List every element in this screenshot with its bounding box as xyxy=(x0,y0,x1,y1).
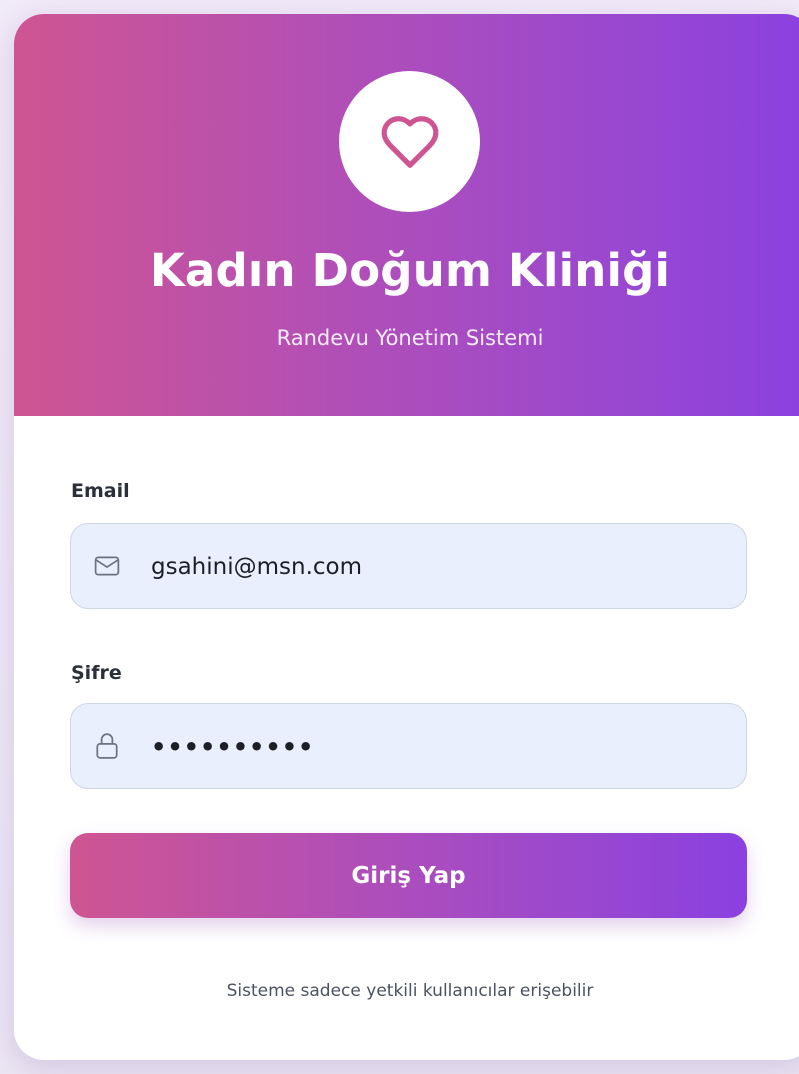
mail-icon xyxy=(93,551,121,581)
clinic-subtitle: Randevu Yönetim Sistemi xyxy=(276,326,544,350)
access-note: Sisteme sadece yetkili kullanıcılar eriş… xyxy=(226,981,594,1001)
email-field[interactable]: gsahini@msn.com xyxy=(70,523,747,609)
email-label: Email xyxy=(71,480,130,502)
email-value: gsahini@msn.com xyxy=(151,554,363,580)
heart-icon xyxy=(381,115,438,168)
login-header: Kadın Doğum Kliniği Randevu Yönetim Sist… xyxy=(14,14,799,416)
login-button[interactable]: Giriş Yap xyxy=(70,833,747,918)
lock-icon xyxy=(93,731,121,761)
password-field[interactable]: •••••••••• xyxy=(70,703,747,789)
clinic-title: Kadın Doğum Kliniği xyxy=(149,244,671,297)
login-card: Kadın Doğum Kliniği Randevu Yönetim Sist… xyxy=(14,14,799,1060)
password-value: •••••••••• xyxy=(151,733,315,761)
logo-badge xyxy=(339,71,480,212)
password-label: Şifre xyxy=(71,662,122,684)
